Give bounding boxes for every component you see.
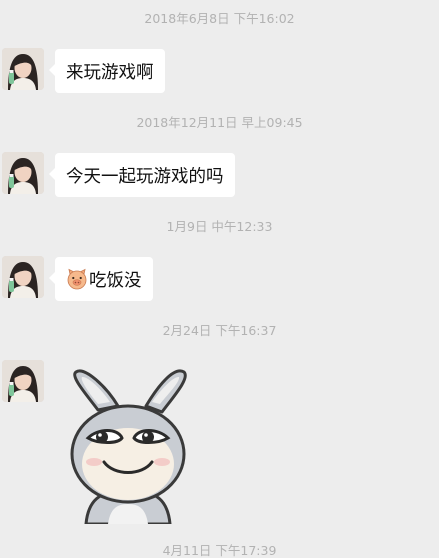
timestamp: 4月11日 下午17:39	[162, 543, 277, 558]
pig-face-emoji-icon	[66, 268, 88, 290]
bunny-smirk-sticker[interactable]	[58, 364, 198, 526]
timestamp: 2018年12月11日 早上09:45	[136, 115, 303, 130]
avatar[interactable]	[2, 48, 44, 90]
timestamp: 1月9日 中午12:33	[166, 219, 273, 234]
avatar[interactable]	[2, 360, 44, 402]
timestamp: 2月24日 下午16:37	[162, 323, 277, 338]
timestamp: 2018年6月8日 下午16:02	[144, 11, 295, 26]
message-text: 来玩游戏啊	[66, 62, 154, 83]
message-text: 吃饭没	[89, 270, 142, 291]
avatar[interactable]	[2, 152, 44, 194]
message-text: 今天一起玩游戏的吗	[66, 166, 224, 187]
chat-window: 2018年6月8日 下午16:02 来玩游戏啊 2018年12月11日 早上09…	[0, 0, 439, 558]
message-bubble[interactable]: 吃饭没	[49, 257, 153, 301]
avatar[interactable]	[2, 256, 44, 298]
message-bubble[interactable]: 今天一起玩游戏的吗	[49, 153, 235, 197]
message-bubble[interactable]: 来玩游戏啊	[49, 49, 165, 93]
